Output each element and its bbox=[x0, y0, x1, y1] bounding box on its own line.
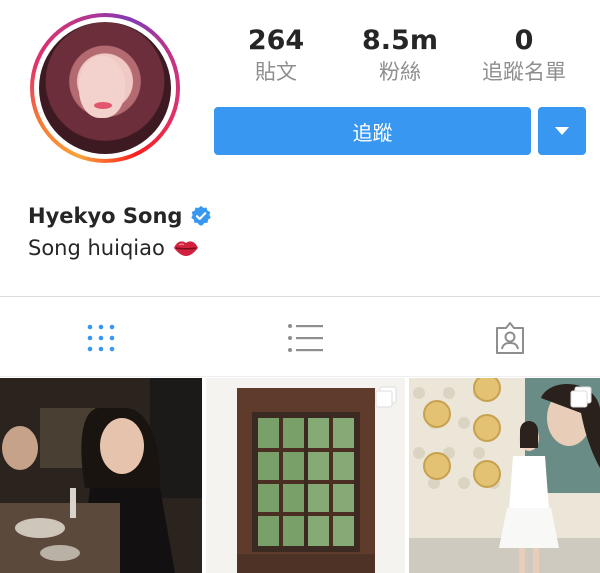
tab-tagged[interactable] bbox=[490, 318, 530, 358]
profile-avatar[interactable] bbox=[30, 13, 180, 163]
multiple-images-icon bbox=[375, 386, 397, 408]
avatar-image bbox=[39, 22, 171, 154]
profile-bio-row: Song huiqiao bbox=[28, 236, 199, 260]
posts-label: 貼文 bbox=[255, 60, 297, 84]
profile-divider bbox=[0, 296, 600, 297]
following-count: 0 bbox=[514, 25, 534, 56]
post-thumbnail[interactable] bbox=[0, 378, 202, 573]
tab-grid[interactable] bbox=[81, 318, 121, 358]
suggestions-dropdown-button[interactable] bbox=[538, 107, 586, 155]
multiple-images-icon bbox=[570, 386, 592, 408]
caret-down-icon bbox=[555, 126, 569, 135]
grid-icon bbox=[87, 324, 115, 352]
list-icon bbox=[288, 324, 323, 352]
post-image bbox=[0, 378, 202, 573]
avatar-lips bbox=[94, 102, 112, 109]
followers-label: 粉絲 bbox=[379, 60, 421, 84]
follow-button[interactable]: 追蹤 bbox=[214, 107, 531, 155]
tab-list[interactable] bbox=[285, 318, 325, 358]
post-thumbnail[interactable] bbox=[409, 378, 600, 573]
tagged-icon bbox=[496, 322, 524, 354]
profile-name-row: Hyekyo Song bbox=[28, 204, 212, 228]
profile-username: Hyekyo Song bbox=[28, 204, 183, 228]
verified-badge-icon bbox=[191, 205, 212, 226]
followers-count: 8.5m bbox=[362, 25, 438, 56]
tabs-divider bbox=[0, 376, 600, 377]
kiss-mark-icon bbox=[173, 241, 198, 256]
posts-stat[interactable]: 264 貼文 bbox=[240, 26, 312, 85]
post-thumbnail[interactable] bbox=[206, 378, 405, 573]
following-stat[interactable]: 0 追蹤名單 bbox=[468, 26, 580, 85]
followers-stat[interactable]: 8.5m 粉絲 bbox=[356, 26, 444, 85]
follow-button-label: 追蹤 bbox=[352, 120, 393, 145]
profile-bio: Song huiqiao bbox=[28, 236, 165, 260]
avatar-border bbox=[34, 17, 176, 159]
following-label: 追蹤名單 bbox=[482, 60, 566, 84]
posts-count: 264 bbox=[247, 25, 305, 56]
